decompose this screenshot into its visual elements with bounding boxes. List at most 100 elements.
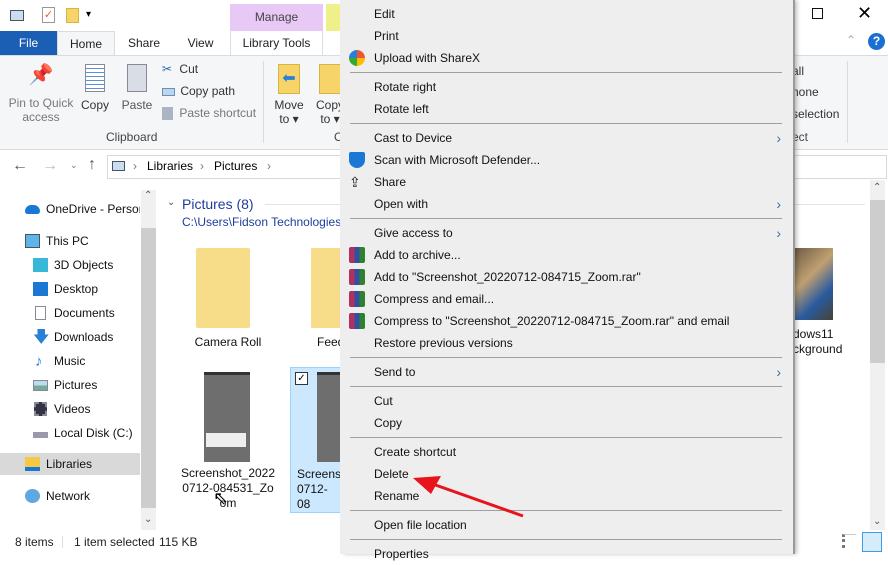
nav-item-onedrive[interactable]: OneDrive - Persor: [0, 198, 140, 220]
scroll-up-icon[interactable]: ⌃: [144, 190, 152, 201]
tab-manage[interactable]: Manage: [230, 4, 323, 31]
scroll-up-icon[interactable]: ⌃: [873, 182, 881, 193]
details-view-icon[interactable]: [842, 534, 856, 548]
scrollbar-thumb[interactable]: [141, 228, 156, 508]
nav-item-pictures[interactable]: Pictures: [0, 374, 140, 396]
copy-button[interactable]: Copy: [78, 64, 112, 112]
cut-button[interactable]: ✂ Cut: [162, 62, 198, 76]
breadcrumb-pictures[interactable]: Pictures: [214, 159, 257, 173]
mouse-cursor-icon: ⇖: [213, 488, 229, 508]
image-thumbnail: [317, 372, 340, 462]
file-item-windows11-background[interactable]: dows11 ckground: [793, 245, 853, 365]
menu-item-open-with[interactable]: Open with ›: [340, 193, 793, 215]
menu-item-add-to-screenshot-20220712-084715-zoom-rar[interactable]: Add to "Screenshot_20220712-084715_Zoom.…: [340, 266, 793, 288]
menu-item-give-access-to[interactable]: Give access to ›: [340, 222, 793, 244]
nav-item-libraries[interactable]: Libraries: [0, 453, 140, 475]
tab-share[interactable]: Share: [120, 31, 168, 55]
tab-library-tools[interactable]: Library Tools: [230, 31, 323, 55]
menu-item-cast-to-device[interactable]: Cast to Device ›: [340, 127, 793, 149]
chevron-right-icon: ›: [776, 196, 781, 212]
menu-item-rotate-left[interactable]: Rotate left: [340, 98, 793, 120]
move-to-button[interactable]: ⬅ Move to ▾: [271, 64, 307, 126]
tab-view[interactable]: View: [178, 31, 223, 55]
nav-item-desktop[interactable]: Desktop: [0, 278, 140, 300]
pin-to-quick-access-button[interactable]: 📌 Pin to Quick access: [4, 65, 78, 124]
nav-item-music[interactable]: ♪ Music: [0, 350, 140, 372]
tab-manage-play[interactable]: [326, 4, 340, 31]
breadcrumb-libraries[interactable]: Libraries: [147, 159, 193, 173]
file-item-camera-roll[interactable]: Camera Roll: [180, 245, 276, 355]
menu-item-label: Rotate right: [374, 80, 437, 94]
location-icon: [112, 161, 125, 171]
menu-item-print[interactable]: Print: [340, 25, 793, 47]
nav-item-videos[interactable]: Videos: [0, 398, 140, 420]
nav-item-downloads[interactable]: 🡇 Downloads: [0, 326, 140, 348]
menu-item-add-to-archive[interactable]: Add to archive...: [340, 244, 793, 266]
menu-item-cut[interactable]: Cut: [340, 390, 793, 412]
menu-item-label: Edit: [374, 7, 395, 21]
paste-shortcut-button[interactable]: Paste shortcut: [162, 106, 256, 121]
nav-item-this-pc[interactable]: This PC: [0, 230, 140, 252]
close-icon[interactable]: ✕: [857, 3, 872, 24]
scrollbar-thumb[interactable]: [870, 200, 885, 363]
paste-button[interactable]: Paste: [119, 64, 155, 112]
recent-locations-icon[interactable]: ⌄: [70, 160, 78, 171]
menu-item-compress-to-screenshot-20220712-084715-zoom-rar-and-email[interactable]: Compress to "Screenshot_20220712-084715_…: [340, 310, 793, 332]
menu-item-edit[interactable]: Edit: [340, 3, 793, 25]
nav-item-network[interactable]: Network: [0, 485, 140, 507]
explorer-icon: [10, 10, 24, 21]
help-icon[interactable]: ?: [868, 33, 885, 50]
back-icon[interactable]: ←: [12, 157, 28, 175]
copy-label: Copy: [80, 98, 109, 112]
customize-toolbar-icon[interactable]: ▾: [86, 9, 91, 20]
scroll-down-icon[interactable]: ⌄: [873, 516, 881, 527]
select-all-button[interactable]: all: [792, 64, 804, 78]
menu-item-copy[interactable]: Copy: [340, 412, 793, 434]
copy-to-icon: [319, 64, 341, 94]
tab-home[interactable]: Home: [57, 31, 115, 55]
drive-icon: [33, 432, 48, 438]
tab-file[interactable]: File: [0, 31, 57, 55]
paste-label: Paste: [121, 98, 153, 112]
invert-selection-button[interactable]: selection: [792, 107, 839, 121]
menu-item-label: Copy: [374, 416, 403, 430]
select-none-button[interactable]: none: [792, 85, 819, 99]
menu-item-properties[interactable]: Properties: [340, 543, 793, 565]
pictures-icon: [33, 380, 48, 391]
collapse-ribbon-icon[interactable]: ⌃: [846, 33, 856, 47]
up-icon[interactable]: ↑: [88, 156, 96, 174]
library-path-link[interactable]: C:\Users\Fidson Technologies: [182, 215, 341, 229]
menu-item-restore-previous-versions[interactable]: Restore previous versions: [340, 332, 793, 354]
nav-item-3d-objects[interactable]: 3D Objects: [0, 254, 140, 276]
new-folder-icon[interactable]: [66, 8, 79, 23]
menu-item-scan-with-microsoft-defender[interactable]: Scan with Microsoft Defender...: [340, 149, 793, 171]
menu-item-upload-with-sharex[interactable]: Upload with ShareX: [340, 47, 793, 69]
menu-item-compress-and-email[interactable]: Compress and email...: [340, 288, 793, 310]
file-item-feed[interactable]: Feed: [305, 245, 340, 355]
menu-item-label: Rotate left: [374, 102, 429, 116]
menu-separator: [340, 69, 793, 76]
menu-item-rotate-right[interactable]: Rotate right: [340, 76, 793, 98]
menu-item-share[interactable]: ⇪ Share: [340, 171, 793, 193]
group-divider: [263, 61, 264, 143]
chevron-right-icon: ›: [776, 225, 781, 241]
menu-separator: [340, 215, 793, 222]
menu-item-send-to[interactable]: Send to ›: [340, 361, 793, 383]
nav-item-documents[interactable]: Documents: [0, 302, 140, 324]
scroll-down-icon[interactable]: ⌄: [144, 514, 152, 525]
breadcrumb-separator: ›: [267, 159, 271, 173]
content-scrollbar[interactable]: ⌃ ⌄: [870, 180, 885, 530]
properties-checkmark-icon[interactable]: ✓: [42, 7, 55, 23]
navigation-pane: OneDrive - Persor This PC 3D Objects Des…: [0, 188, 156, 530]
copy-path-button[interactable]: Copy path: [162, 84, 235, 98]
file-item-screenshot-selected[interactable]: ✓ Screens 0712-08: [290, 367, 340, 513]
selection-checkbox[interactable]: ✓: [295, 372, 308, 385]
group-header[interactable]: Pictures (8): [182, 196, 254, 212]
maximize-icon[interactable]: [812, 8, 823, 19]
collapse-group-icon[interactable]: ⌄: [167, 197, 175, 208]
menu-item-create-shortcut[interactable]: Create shortcut: [340, 441, 793, 463]
nav-scrollbar[interactable]: ⌃ ⌄: [141, 190, 156, 530]
large-icons-view-icon[interactable]: [862, 532, 882, 552]
forward-icon[interactable]: →: [42, 157, 58, 175]
nav-item-local-disk[interactable]: Local Disk (C:): [0, 422, 140, 444]
